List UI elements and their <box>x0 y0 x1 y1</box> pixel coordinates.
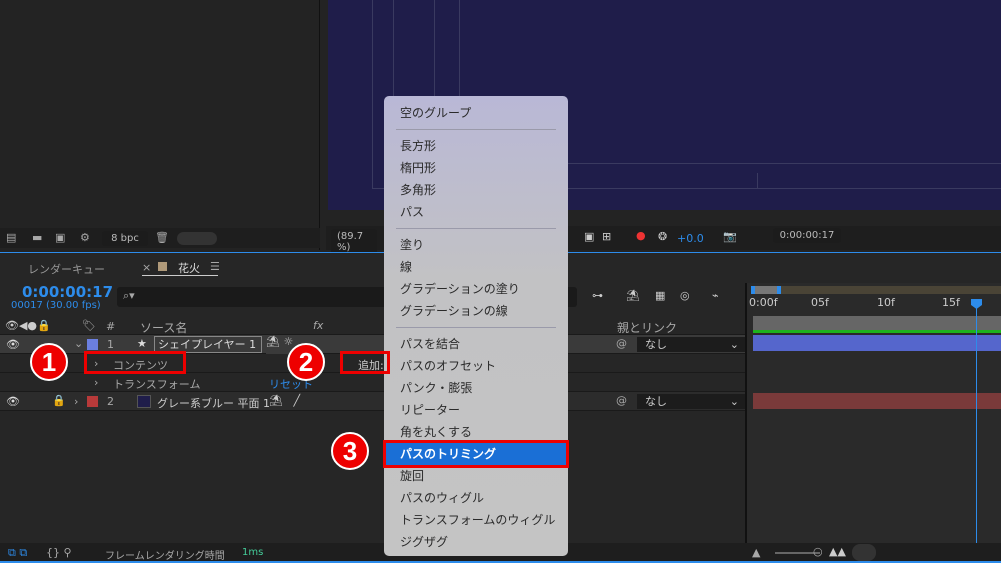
callout-3: 3 <box>331 432 369 470</box>
menu-item[interactable]: 旋回 <box>386 465 566 487</box>
layer-number: 2 <box>107 395 114 408</box>
menu-item[interactable]: グラデーションの線 <box>386 300 566 322</box>
render-icon[interactable]: ⚙ <box>80 231 90 244</box>
menu-item[interactable]: 長方形 <box>386 135 566 157</box>
ruler-tick: 0:00f <box>749 296 778 309</box>
panel-menu-icon[interactable]: ☰ <box>210 260 220 273</box>
transform-label[interactable]: トランスフォーム <box>113 376 200 392</box>
label-icon: 🏷 <box>82 319 96 332</box>
menu-item[interactable]: 塗り <box>386 234 566 256</box>
bpc-button[interactable]: 8 bpc <box>102 231 148 246</box>
channel-icon[interactable]: ● <box>636 229 646 242</box>
new-composition-icon[interactable]: ▣ <box>55 231 65 244</box>
menu-item[interactable]: 多角形 <box>386 179 566 201</box>
menu-item[interactable]: リピーター <box>386 399 566 421</box>
project-panel: ▤ ▬ ▣ ⚙ 8 bpc 🗑 <box>0 0 320 250</box>
expand-chevron-icon[interactable]: › <box>74 395 78 408</box>
new-folder-icon[interactable]: ▬ <box>32 231 42 244</box>
shape-star-icon: ★ <box>137 337 147 350</box>
graph-editor-icon[interactable]: ⌁ <box>712 289 719 302</box>
layer-name[interactable]: グレー系ブルー 平面 1 <box>157 395 270 411</box>
close-tab-icon[interactable]: × <box>142 261 151 274</box>
shy-icon[interactable]: ⛱ <box>626 289 640 302</box>
parent-dropdown[interactable]: なし ⌄ <box>637 337 745 352</box>
snapshot-icon[interactable]: 📷 <box>723 230 737 243</box>
scroll-handle[interactable] <box>177 232 217 245</box>
menu-item[interactable]: パスのオフセット <box>386 355 566 377</box>
frame-info: 00017 (30.00 fps) <box>11 300 101 311</box>
layer-label-color[interactable] <box>87 396 98 407</box>
time-navigator[interactable] <box>751 286 1001 294</box>
column-av-icons: 👁◀●🔒 <box>5 319 51 332</box>
render-time-label: フレームレンダリング時間 <box>105 551 225 562</box>
tab-render-queue[interactable]: レンダーキュー <box>28 261 105 277</box>
zoom-slider-handle[interactable]: ○ <box>813 545 823 558</box>
transform-row[interactable]: › トランスフォーム リセット <box>0 373 745 392</box>
add-context-menu: 空のグループ 長方形 楕円形 多角形 パス 塗り 線 グラデーションの塗り グラ… <box>383 96 569 556</box>
render-time-value: 1ms <box>242 547 264 558</box>
parent-dropdown[interactable]: なし ⌄ <box>637 394 745 409</box>
toggle-mask-icon[interactable]: ▣ <box>584 230 594 243</box>
pickwhip-icon[interactable]: @ <box>616 337 627 350</box>
ruler-tick: 15f <box>942 296 960 309</box>
ruler-tick: 10f <box>877 296 895 309</box>
lock-icon[interactable]: 🔒 <box>52 394 66 407</box>
layer-2-bar[interactable] <box>753 393 1001 409</box>
expand-chevron-icon[interactable]: ⌄ <box>74 337 83 350</box>
menu-item[interactable]: パンク・膨張 <box>386 377 566 399</box>
exposure-value[interactable]: +0.0 <box>677 232 704 245</box>
layer-number: 1 <box>107 338 114 351</box>
menu-item-trim-paths[interactable]: パスのトリミング <box>383 440 569 468</box>
modes-toggle-icon[interactable]: {} ⚲ <box>46 546 72 559</box>
current-time[interactable]: 0:00:00:17 <box>22 283 113 301</box>
safe-zones-icon[interactable]: ⊞ <box>602 230 611 243</box>
solid-swatch <box>137 395 151 408</box>
menu-item[interactable]: 空のグループ <box>386 102 566 124</box>
motion-blur-icon[interactable]: ◎ <box>680 289 690 302</box>
visibility-eye-icon[interactable]: 👁 <box>6 395 20 408</box>
menu-item[interactable]: パスを結合 <box>386 333 566 355</box>
callout-2: 2 <box>287 343 325 381</box>
pickwhip-icon[interactable]: @ <box>616 394 627 407</box>
callout-1: 1 <box>30 343 68 381</box>
highlight-contents <box>84 351 186 374</box>
exposure-icon[interactable]: ❂ <box>658 230 667 243</box>
zoom-out-icon[interactable]: ▲ <box>752 546 760 559</box>
time-graph[interactable]: 0:00f 05f 10f 15f <box>745 283 1001 543</box>
layer-row[interactable]: 👁 🔒 › 2 グレー系ブルー 平面 1 ⛱ ╱ @ なし ⌄ <box>0 392 745 411</box>
layer-switches[interactable]: ⛱ ╱ <box>269 394 300 407</box>
visibility-eye-icon[interactable]: 👁 <box>6 338 20 351</box>
trash-icon[interactable]: 🗑 <box>155 231 169 244</box>
layer-1-bar[interactable] <box>753 335 1001 351</box>
tab-hanabi[interactable]: 花火 <box>178 260 200 276</box>
column-source-name[interactable]: ソース名 <box>140 319 187 336</box>
graph-parenting-icon[interactable]: ⊶ <box>592 289 603 302</box>
layer-label-color[interactable] <box>87 339 98 350</box>
search-icon: ⌕▾ <box>123 289 135 302</box>
menu-item[interactable]: パス <box>386 201 566 223</box>
menu-item[interactable]: ジグザグ <box>386 531 566 553</box>
playhead[interactable] <box>976 299 977 543</box>
comp-color-swatch <box>158 262 167 271</box>
expand-chevron-icon[interactable]: › <box>94 376 98 389</box>
menu-item[interactable]: パスのウィグル <box>386 487 566 509</box>
viewer-timecode[interactable]: 0:00:00:17 <box>773 228 841 243</box>
column-fx: fx <box>313 319 324 332</box>
menu-item[interactable]: トランスフォームのウィグル <box>386 509 566 531</box>
interpret-footage-icon[interactable]: ▤ <box>6 231 16 244</box>
scroll-handle[interactable] <box>852 544 876 561</box>
menu-item[interactable]: 角を丸くする <box>386 421 566 443</box>
highlight-add <box>340 351 390 374</box>
layer-switches-toggle-icon[interactable]: ⧉ ⧉ <box>8 546 27 560</box>
ruler-tick: 05f <box>811 296 829 309</box>
zoom-in-icon[interactable]: ▲▲ <box>829 545 846 558</box>
work-area-bar[interactable] <box>753 316 1001 330</box>
frame-blending-icon[interactable]: ▦ <box>655 289 665 302</box>
column-num: # <box>106 320 116 333</box>
project-toolbar: ▤ ▬ ▣ ⚙ 8 bpc 🗑 <box>0 228 320 248</box>
menu-item[interactable]: グラデーションの塗り <box>386 278 566 300</box>
column-parent[interactable]: 親とリンク <box>617 319 677 336</box>
menu-item[interactable]: 線 <box>386 256 566 278</box>
menu-item[interactable]: 楕円形 <box>386 157 566 179</box>
